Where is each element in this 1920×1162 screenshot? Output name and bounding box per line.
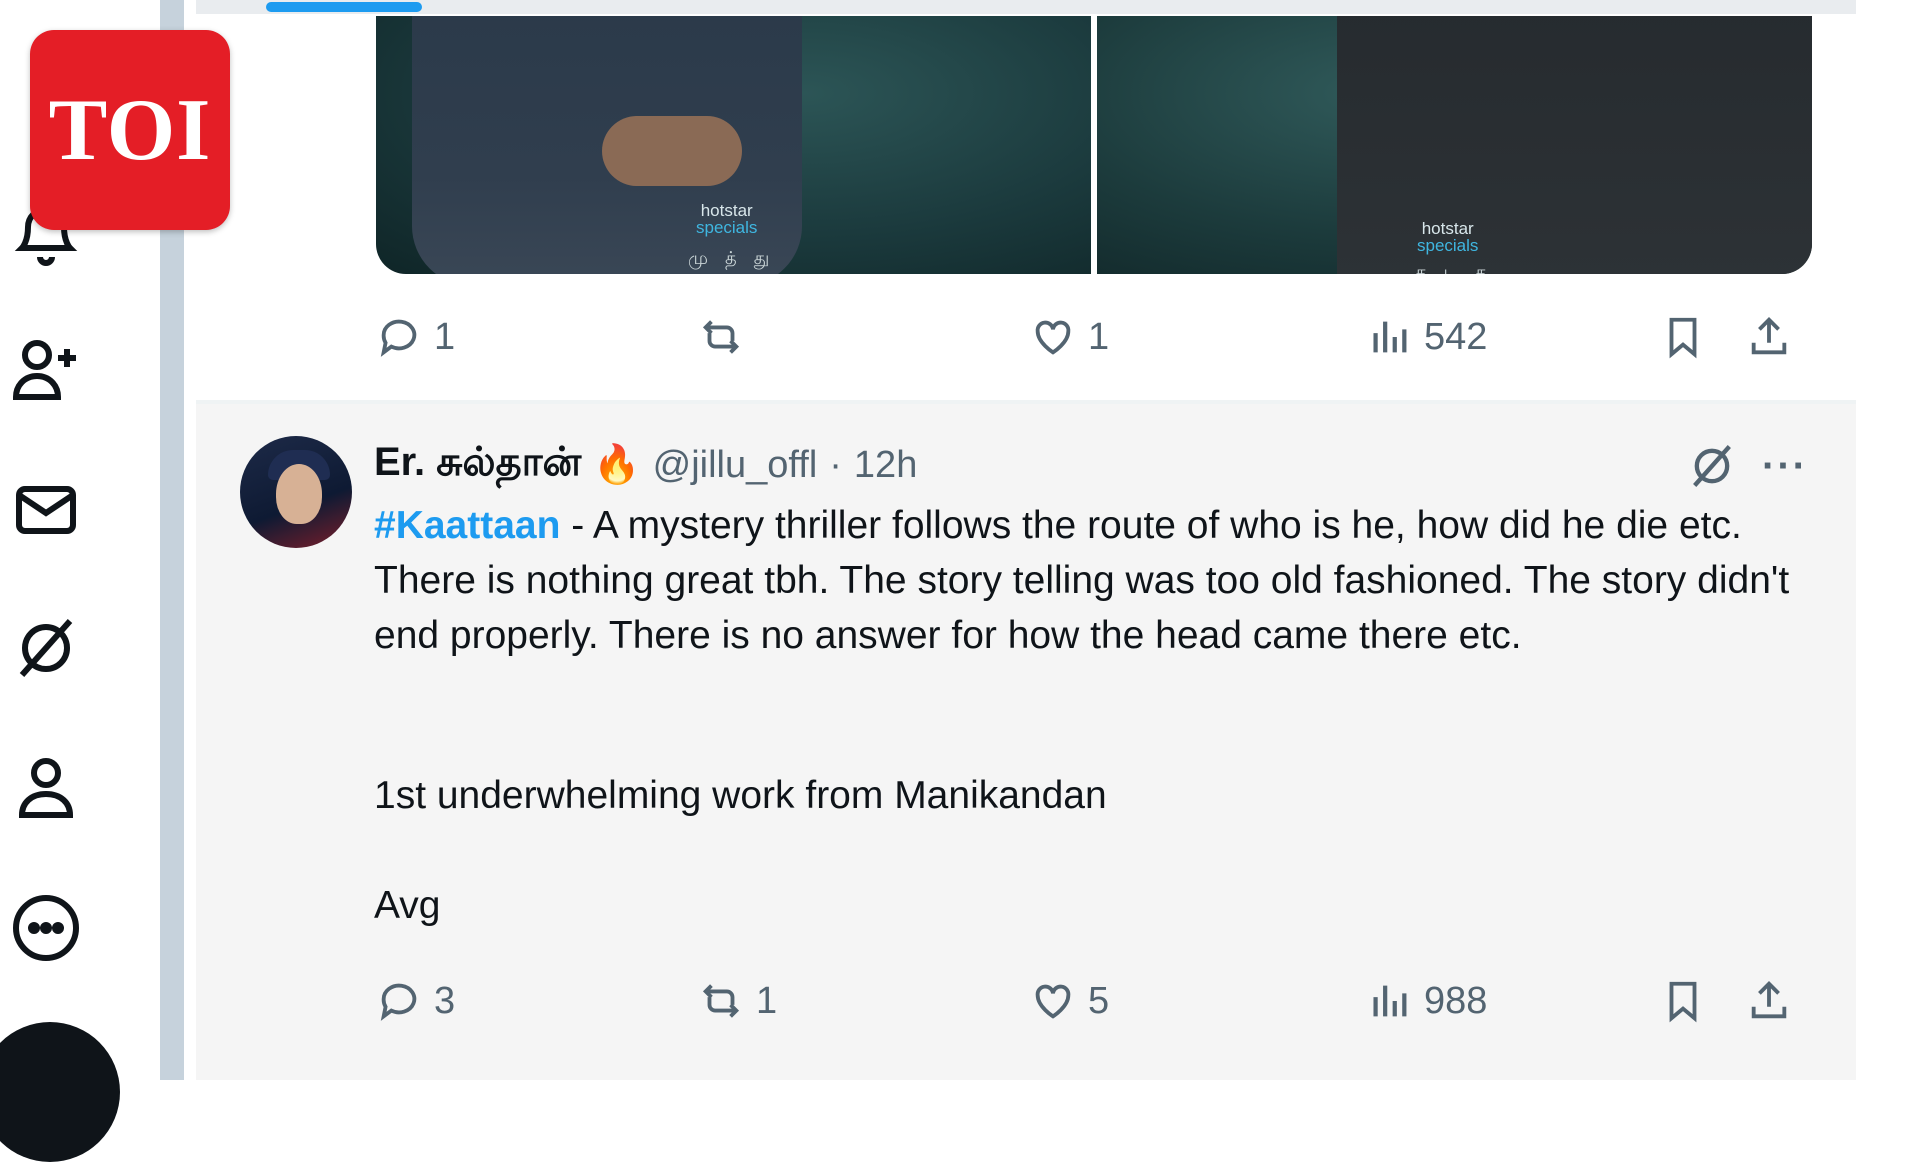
avatar[interactable]: [240, 436, 352, 548]
retweet-button[interactable]: 1: [698, 978, 777, 1024]
like-button[interactable]: 1: [1030, 314, 1109, 360]
retweet-button[interactable]: [698, 314, 756, 360]
media-image-left[interactable]: hotstar specials மு த் து: [376, 16, 1091, 274]
reply-count: 3: [434, 979, 456, 1022]
reply-button[interactable]: 3: [376, 978, 455, 1024]
like-button[interactable]: 5: [1030, 978, 1109, 1024]
bookmark-button[interactable]: [1660, 314, 1706, 360]
tweet-actions: 1 1 542: [376, 314, 1816, 374]
hotstar-specials-logo: hotstar specials: [1417, 219, 1479, 255]
reply-count: 1: [434, 315, 456, 358]
tweet-paragraph: 1st underwhelming work from Manikandan: [374, 774, 1107, 817]
profile-icon[interactable]: [6, 748, 86, 828]
more-options-button[interactable]: ···: [1762, 444, 1808, 489]
loading-bar: [196, 0, 1856, 14]
tweet-body: - A mystery thriller follows the route o…: [374, 504, 1790, 657]
tweet[interactable]: Er. சுல்தான் 🔥 @jillu_offl · 12h ··· #Ka…: [196, 404, 1856, 1080]
reply-button[interactable]: 1: [376, 314, 455, 360]
timeline: hotstar specials மு த் து hotstar specia…: [196, 0, 1856, 1080]
views-icon: [1373, 985, 1407, 1017]
display-name[interactable]: Er. சுல்தான்: [374, 440, 581, 490]
views-button[interactable]: 988: [1366, 978, 1487, 1024]
reply-icon: [380, 319, 417, 357]
retweet-icon: [702, 984, 740, 1018]
reply-icon: [380, 983, 417, 1021]
bookmark-icon: [1669, 981, 1697, 1023]
fire-emoji: 🔥: [593, 444, 641, 486]
avatar-face: [276, 464, 322, 524]
follow-icon[interactable]: [6, 330, 86, 410]
share-icon: [1751, 981, 1787, 1019]
retweet-count: 1: [756, 979, 778, 1022]
timestamp[interactable]: 12h: [854, 444, 917, 487]
view-count: 542: [1424, 315, 1488, 358]
tweet-header: Er. சுல்தான் 🔥 @jillu_offl · 12h: [374, 440, 917, 490]
bookmark-icon: [1669, 317, 1697, 359]
compose-button[interactable]: [0, 1022, 120, 1162]
poster-credit: க ட க: [1415, 262, 1493, 274]
tweet-text: #Kaattaan - A mystery thriller follows t…: [374, 498, 1794, 663]
poster-figure: [1337, 16, 1812, 274]
view-count: 988: [1424, 979, 1488, 1022]
messages-icon[interactable]: [6, 470, 86, 550]
user-handle[interactable]: @jillu_offl: [653, 444, 818, 487]
hashtag-link[interactable]: #Kaattaan: [374, 504, 560, 547]
progress-indicator: [266, 2, 422, 12]
share-button[interactable]: [1746, 314, 1792, 360]
grok-icon[interactable]: [1686, 440, 1738, 492]
tweet-actions: 3 1 5 988: [376, 978, 1816, 1038]
tweet[interactable]: hotstar specials மு த் து hotstar specia…: [196, 14, 1856, 400]
retweet-icon: [702, 320, 740, 354]
share-button[interactable]: [1746, 978, 1792, 1024]
dot-separator: ·: [829, 443, 842, 486]
like-count: 5: [1088, 979, 1110, 1022]
tweet-media[interactable]: hotstar specials மு த் து hotstar specia…: [376, 16, 1812, 274]
more-icon[interactable]: [6, 888, 86, 968]
poster-hands: [602, 116, 742, 186]
views-icon: [1373, 321, 1407, 353]
like-icon: [1035, 320, 1071, 355]
bookmark-button[interactable]: [1660, 978, 1706, 1024]
like-icon: [1035, 984, 1071, 1019]
poster-credit: மு த் து: [688, 248, 776, 268]
like-count: 1: [1088, 315, 1110, 358]
views-button[interactable]: 542: [1366, 314, 1487, 360]
grok-icon[interactable]: [6, 608, 86, 688]
hotstar-specials-logo: hotstar specials: [696, 201, 758, 237]
toi-logo: TOI: [30, 30, 230, 230]
tweet-paragraph: Avg: [374, 884, 441, 927]
media-image-right[interactable]: hotstar specials க ட க: [1097, 16, 1812, 274]
share-icon: [1751, 317, 1787, 355]
